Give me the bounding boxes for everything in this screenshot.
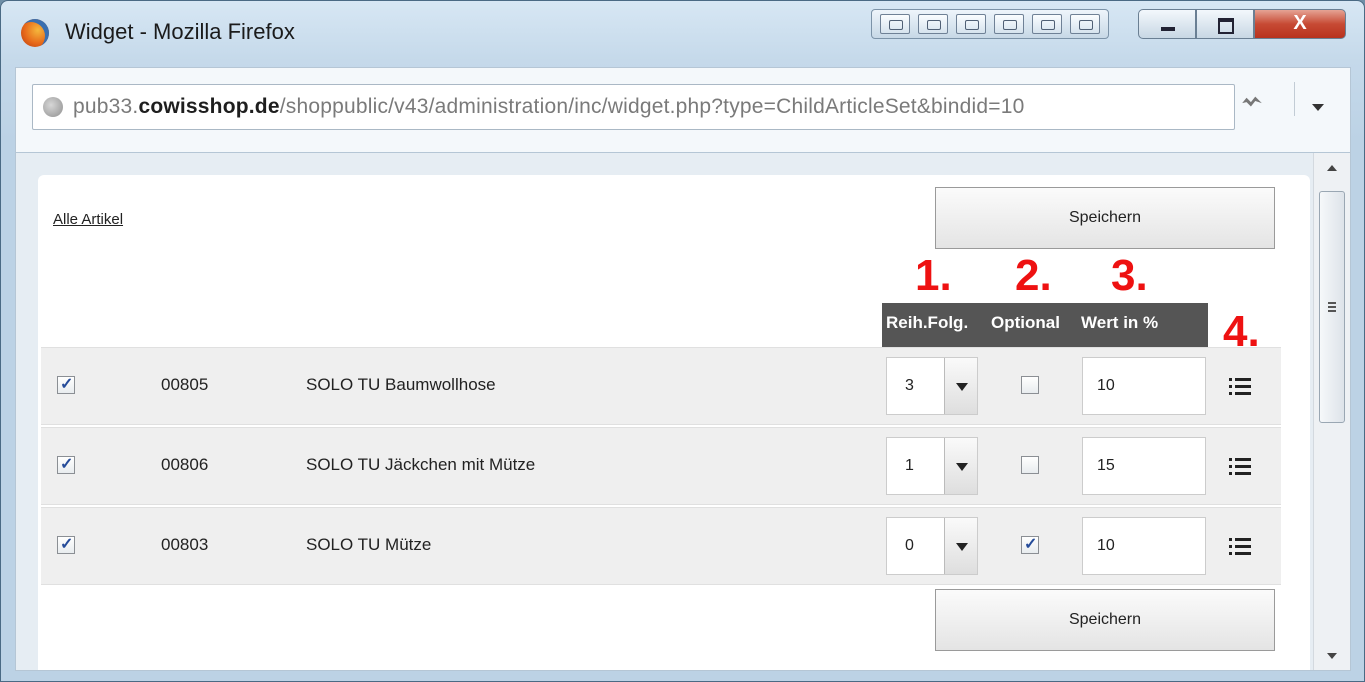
annotation-3: 3. [1111,251,1148,300]
article-row: 00803 SOLO TU Mütze 0 10 [41,507,1281,585]
article-row: 00805 SOLO TU Baumwollhose 3 10 [41,347,1281,425]
capture-icon[interactable] [880,14,910,34]
value-text: 10 [1097,537,1115,554]
chevron-down-icon[interactable] [1312,104,1324,111]
forward-icon[interactable] [994,14,1024,34]
window-title: Widget - Mozilla Firefox [65,19,295,44]
annotation-2: 2. [1015,251,1052,300]
list-icon[interactable] [1229,378,1251,396]
article-number: 00805 [161,375,209,394]
order-header: Reih.Folg. [886,313,969,332]
window-icon[interactable] [1032,14,1062,34]
article-number: 00806 [161,455,209,474]
window-toolbar [871,9,1109,39]
url-field[interactable]: pub33.cowisshop.de/shoppublic/v43/admini… [32,84,1235,130]
value-text: 15 [1097,457,1115,474]
value-text: 10 [1097,377,1115,394]
extension-icon[interactable] [1240,93,1264,109]
maximize-button[interactable] [1196,9,1254,39]
value-header: Wert in % [1081,313,1159,332]
url-path: /shoppublic/v43/administration/inc/widge… [279,95,1025,118]
row-select-checkbox[interactable] [57,454,75,474]
scroll-up-icon[interactable] [1327,165,1337,171]
optional-checkbox[interactable] [1021,456,1039,474]
article-name: SOLO TU Mütze [306,535,432,554]
scroll-thumb[interactable] [1319,191,1345,423]
browser-window: Widget - Mozilla Firefox X pub33.cowissh… [0,0,1365,682]
list-icon[interactable] [1229,538,1251,556]
annotation-1: 1. [915,251,952,300]
article-name: SOLO TU Baumwollhose [306,375,496,394]
screen-icon[interactable] [918,14,948,34]
value-input[interactable]: 10 [1082,357,1206,415]
order-value: 1 [905,457,914,474]
row-select-checkbox[interactable] [57,374,75,394]
value-input[interactable]: 10 [1082,517,1206,575]
row-select-checkbox[interactable] [57,534,75,554]
order-select[interactable]: 3 [886,357,978,415]
close-button[interactable]: X [1254,9,1346,39]
optional-header: Optional [991,313,1060,332]
save-button-top[interactable]: Speichern [935,187,1275,249]
save-button-bottom[interactable]: Speichern [935,589,1275,651]
url-host: cowisshop.de [138,95,280,118]
order-value: 3 [905,377,914,394]
vertical-scrollbar[interactable] [1313,153,1350,670]
scroll-down-icon[interactable] [1327,653,1337,659]
order-select[interactable]: 1 [886,437,978,495]
order-select[interactable]: 0 [886,517,978,575]
title-bar[interactable]: Widget - Mozilla Firefox X [1,1,1364,63]
grip-icon [1328,302,1336,304]
all-articles-link[interactable]: Alle Artikel [53,211,123,228]
article-name: SOLO TU Jäckchen mit Mütze [306,455,536,474]
split-icon[interactable] [956,14,986,34]
firefox-icon [21,19,49,47]
optional-checkbox[interactable] [1021,376,1039,394]
settings-icon[interactable] [1070,14,1100,34]
navigation-bar: pub33.cowisshop.de/shoppublic/v43/admini… [15,67,1351,153]
url-prefix: pub33. [73,95,139,118]
chevron-down-icon[interactable] [944,518,977,574]
url-text: pub33.cowisshop.de/shoppublic/v43/admini… [73,95,1025,119]
list-icon[interactable] [1229,458,1251,476]
order-value: 0 [905,537,914,554]
minimize-button[interactable] [1138,9,1196,39]
urlbar-separator [1294,82,1295,116]
chevron-down-icon[interactable] [944,438,977,494]
value-input[interactable]: 15 [1082,437,1206,495]
chevron-down-icon[interactable] [944,358,977,414]
optional-checkbox[interactable] [1021,534,1039,554]
article-row: 00806 SOLO TU Jäckchen mit Mütze 1 15 [41,427,1281,505]
article-number: 00803 [161,535,209,554]
window-controls: X [1138,9,1346,39]
globe-icon [43,97,63,117]
